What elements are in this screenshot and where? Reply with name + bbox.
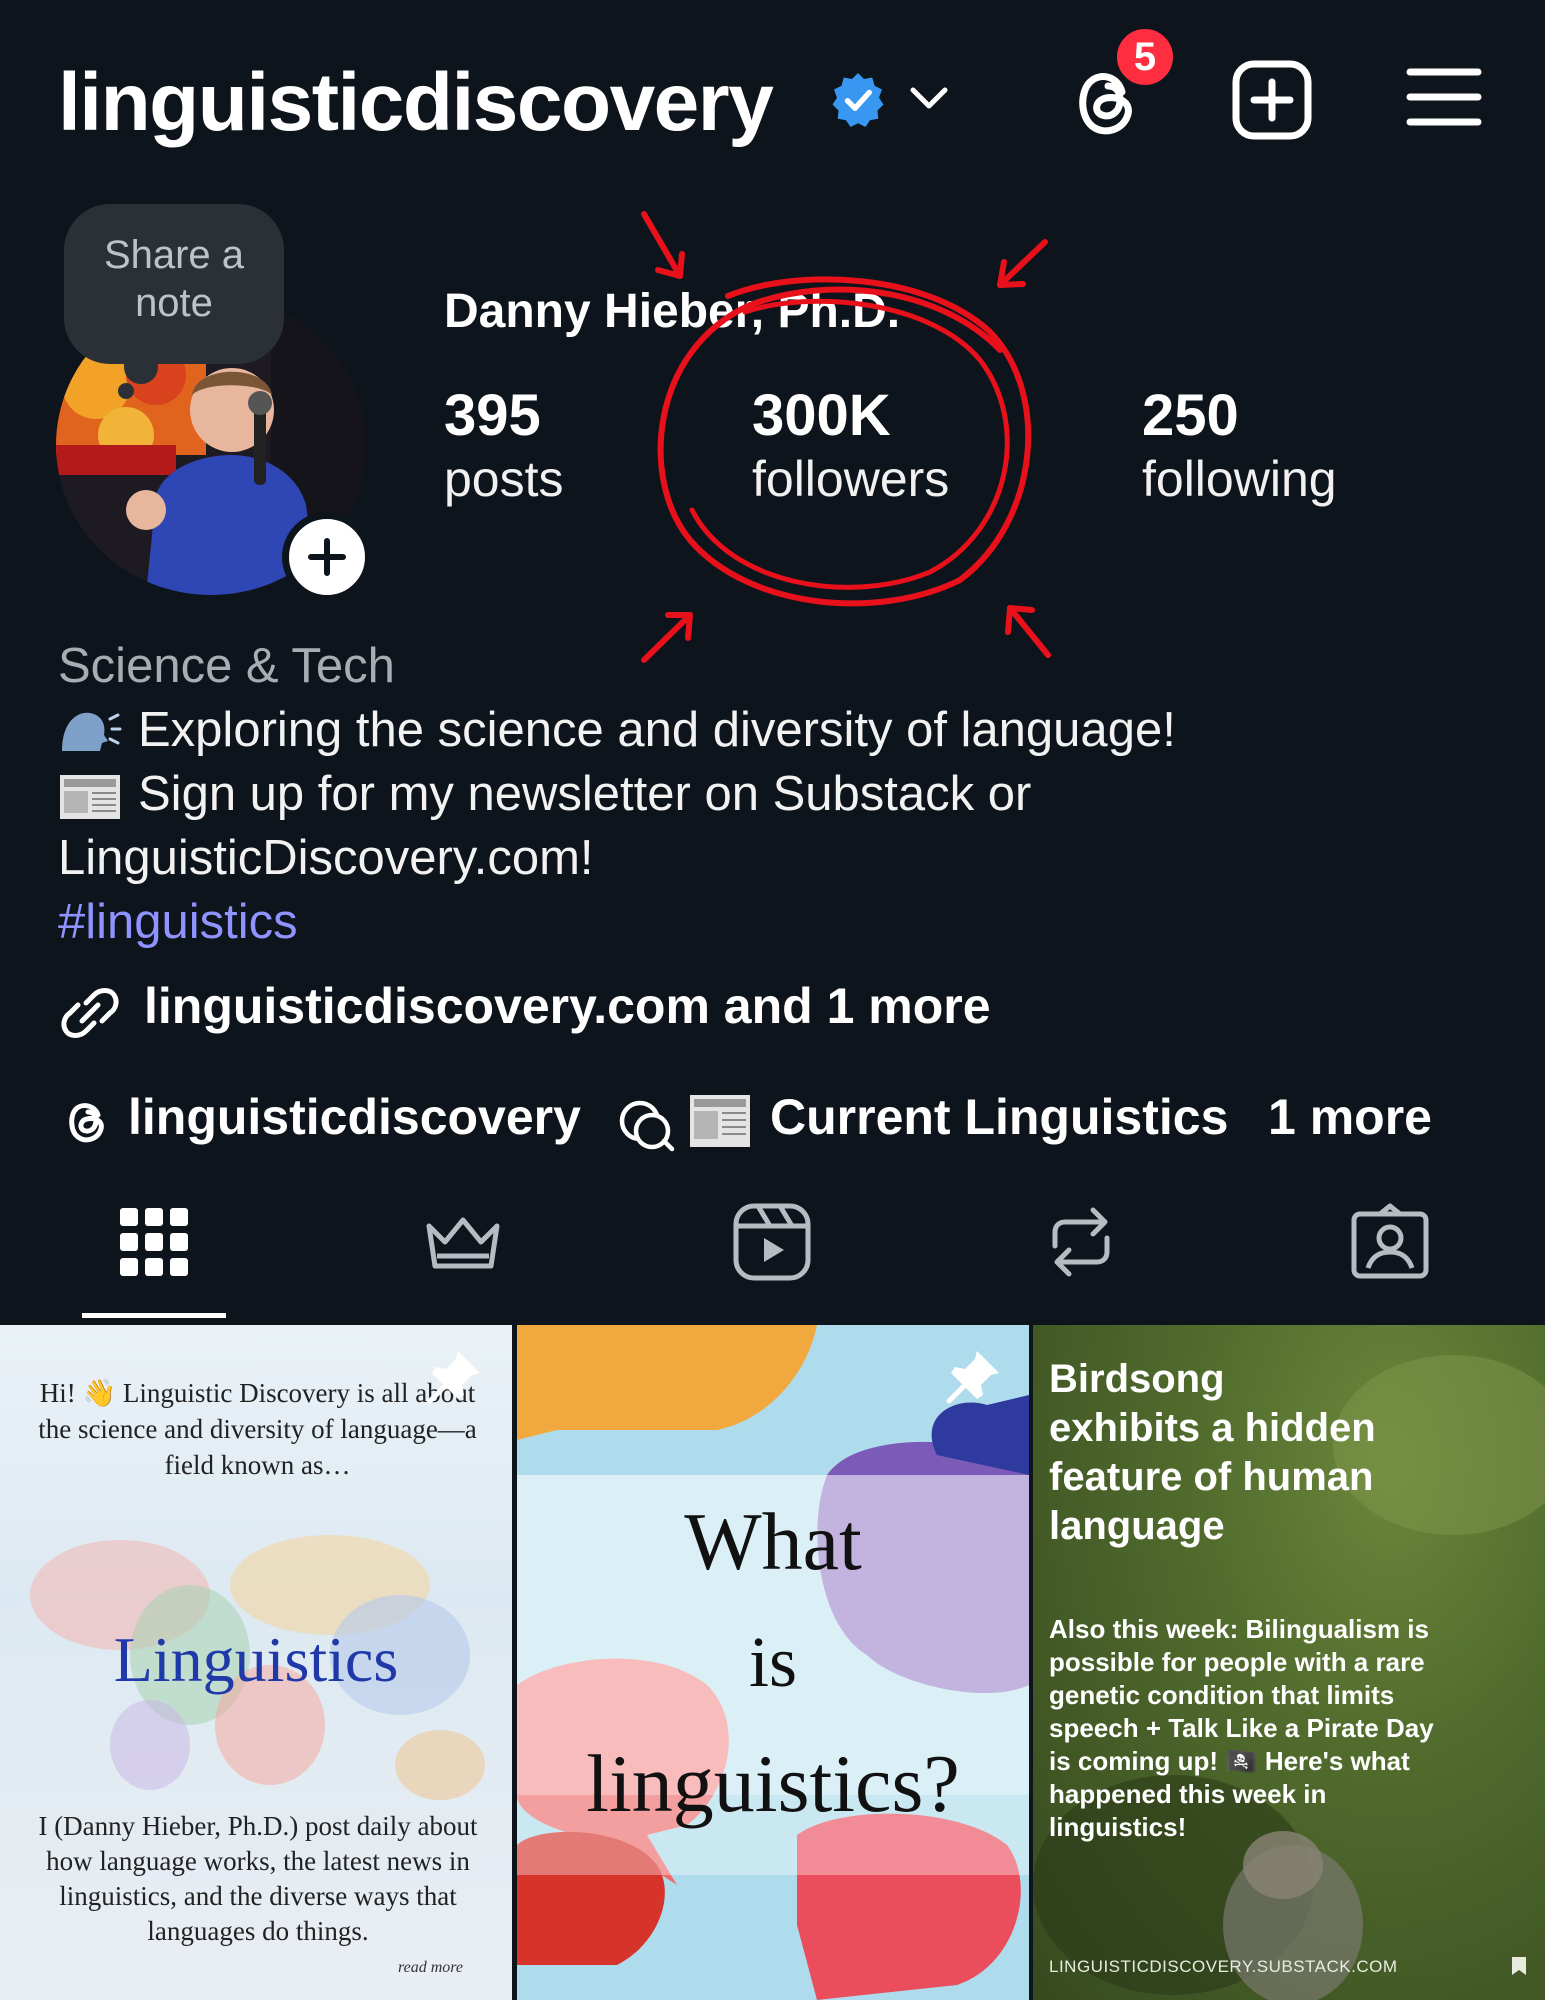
profile-header: linguisticdiscovery 5: [0, 0, 1545, 190]
threads-handle-link[interactable]: linguisticdiscovery: [128, 1088, 581, 1146]
grid-icon: [120, 1208, 188, 1276]
bookmark-icon: [1512, 1957, 1526, 1975]
threads-icon: [69, 1103, 104, 1143]
tab-posts-grid[interactable]: [77, 1190, 231, 1320]
post3-body: Also this week: Bilingualism is possible…: [1049, 1614, 1434, 1842]
hashtag-link[interactable]: #linguistics: [58, 894, 298, 950]
posts-count: 395: [444, 383, 541, 448]
chevron-down-icon[interactable]: [905, 78, 953, 118]
tagged-icon: [1351, 1203, 1429, 1279]
following-label: following: [1142, 451, 1337, 507]
posts-label: posts: [444, 451, 564, 507]
post-tile[interactable]: What is linguistics?: [517, 1325, 1029, 2000]
reels-icon: [733, 1203, 811, 1281]
bio-line-1: Exploring the science and diversity of l…: [58, 702, 1176, 759]
post2-word-1: What: [684, 1496, 862, 1587]
post3-headline: Birdsong exhibits a hidden feature of hu…: [1049, 1357, 1376, 1548]
post1-read-more: read more: [398, 1959, 464, 1976]
post1-title: Linguistics: [113, 1624, 399, 1695]
followers-label: followers: [752, 451, 950, 507]
post2-word-2: is: [748, 1622, 798, 1702]
profile-tabs: [0, 1190, 1545, 1320]
note-bubble-tail-dot: [118, 383, 134, 399]
speaking-head-icon: [62, 712, 122, 752]
broadcast-channel-icon: [619, 1100, 675, 1152]
tab-reels[interactable]: [695, 1190, 849, 1320]
bio-line-2: Sign up for my newsletter on Substack or: [58, 766, 1031, 823]
crown-icon: [426, 1217, 500, 1269]
posts-grid: Hi! 👋 Linguistic Discovery is all about …: [0, 1325, 1545, 2000]
post1-intro-text: Hi! 👋 Linguistic Discovery is all about …: [38, 1378, 477, 1480]
tab-reposts[interactable]: [1004, 1190, 1158, 1320]
pin-icon: [427, 1351, 480, 1404]
followers-stat[interactable]: 300K followers: [752, 382, 949, 508]
active-tab-indicator: [82, 1313, 226, 1318]
following-count: 250: [1142, 383, 1239, 448]
followers-count: 300K: [752, 383, 891, 448]
bio-line-2-text: Sign up for my newsletter on Substack or: [138, 767, 1032, 821]
add-story-button[interactable]: [282, 512, 372, 602]
note-bubble-tail: [124, 350, 158, 384]
profile-full-name: Danny Hieber, Ph.D.: [444, 285, 901, 338]
create-post-icon[interactable]: [1230, 58, 1314, 142]
bio-line-3: LinguisticDiscovery.com!: [58, 831, 594, 885]
plus-icon: [308, 538, 346, 576]
bio-line-1-text: Exploring the science and diversity of l…: [138, 703, 1176, 757]
hamburger-menu-icon[interactable]: [1406, 64, 1482, 130]
profile-category: Science & Tech: [58, 639, 395, 693]
newspaper-icon: [690, 1095, 750, 1147]
channel-link[interactable]: Current Linguistics: [770, 1088, 1228, 1146]
post-tile[interactable]: Birdsong exhibits a hidden feature of hu…: [1033, 1325, 1545, 2000]
newspaper-icon: [60, 775, 120, 820]
pin-icon: [946, 1351, 999, 1404]
following-stat[interactable]: 250 following: [1142, 382, 1337, 508]
tab-subscriptions[interactable]: [386, 1190, 540, 1320]
tab-tagged[interactable]: [1313, 1190, 1467, 1320]
posts-stat[interactable]: 395 posts: [444, 382, 564, 508]
notification-count-badge: 5: [1112, 24, 1178, 90]
link-text[interactable]: linguisticdiscovery.com and 1 more: [144, 977, 991, 1035]
verified-badge-icon: [832, 73, 884, 127]
share-note-bubble[interactable]: Share a note: [64, 204, 284, 364]
more-chips-link[interactable]: 1 more: [1268, 1088, 1432, 1146]
post3-source: LINGUISTICDISCOVERY.SUBSTACK.COM: [1049, 1957, 1398, 1976]
post2-word-3: linguistics?: [586, 1738, 960, 1829]
repost-icon: [1052, 1207, 1110, 1277]
post1-description: I (Danny Hieber, Ph.D.) post daily about…: [38, 1811, 478, 1946]
post-tile[interactable]: Hi! 👋 Linguistic Discovery is all about …: [0, 1325, 512, 2000]
username-switcher[interactable]: linguisticdiscovery: [58, 48, 774, 158]
link-icon: [61, 988, 119, 1038]
